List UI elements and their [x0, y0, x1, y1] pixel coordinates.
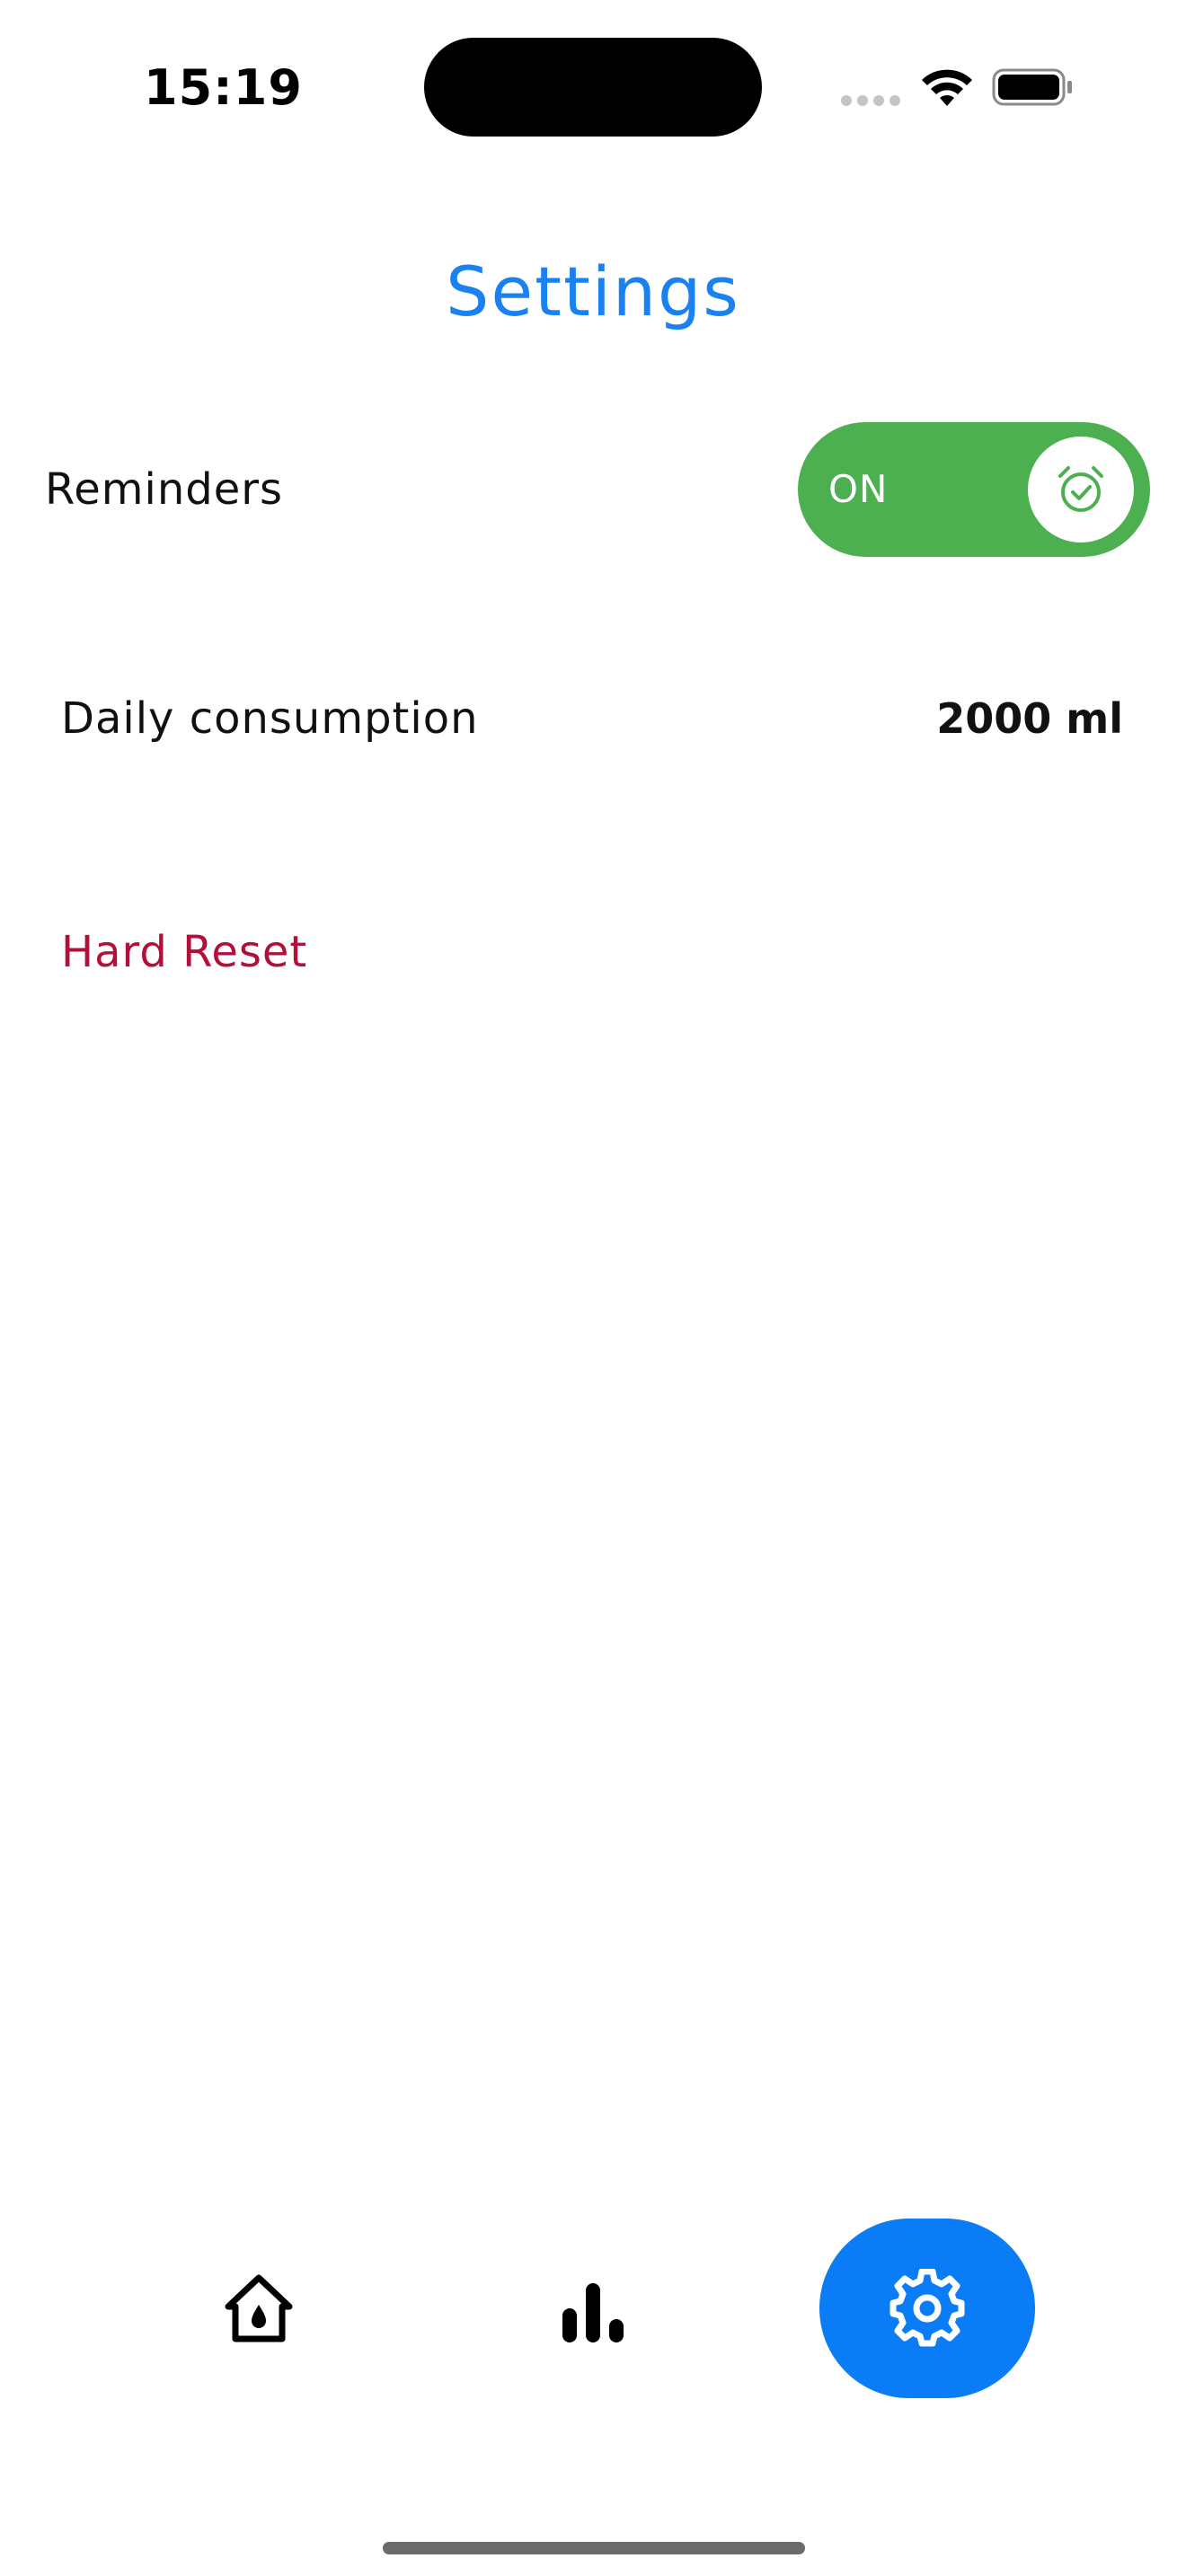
hard-reset-button[interactable]: Hard Reset: [61, 912, 510, 992]
status-indicators: [836, 59, 1078, 113]
tab-bar: [0, 2219, 1186, 2398]
battery-icon: [992, 68, 1072, 106]
daily-consumption-row[interactable]: Daily consumption 2000 ml: [61, 678, 1139, 759]
cellular-signal-icon: [841, 95, 904, 108]
dynamic-island: [424, 38, 762, 137]
home-indicator: [383, 2542, 805, 2554]
gear-icon: [890, 2269, 965, 2347]
daily-consumption-value: 2000 ml: [936, 694, 1123, 743]
status-time: 15:19: [144, 59, 303, 116]
alarm-check-icon: [1058, 466, 1103, 512]
tab-home[interactable]: [205, 2254, 313, 2362]
toggle-state-label: ON: [828, 467, 889, 511]
reminders-label: Reminders: [45, 464, 283, 515]
page-title: Settings: [446, 251, 740, 331]
bar-chart-icon: [562, 2283, 624, 2342]
wifi-icon: [922, 69, 972, 106]
toggle-knob: [1028, 437, 1134, 543]
home-drop-icon: [225, 2274, 293, 2342]
tab-stats[interactable]: [539, 2254, 647, 2362]
reminders-toggle[interactable]: ON: [798, 422, 1150, 557]
daily-consumption-label: Daily consumption: [61, 693, 479, 744]
tab-settings[interactable]: [819, 2219, 1035, 2398]
